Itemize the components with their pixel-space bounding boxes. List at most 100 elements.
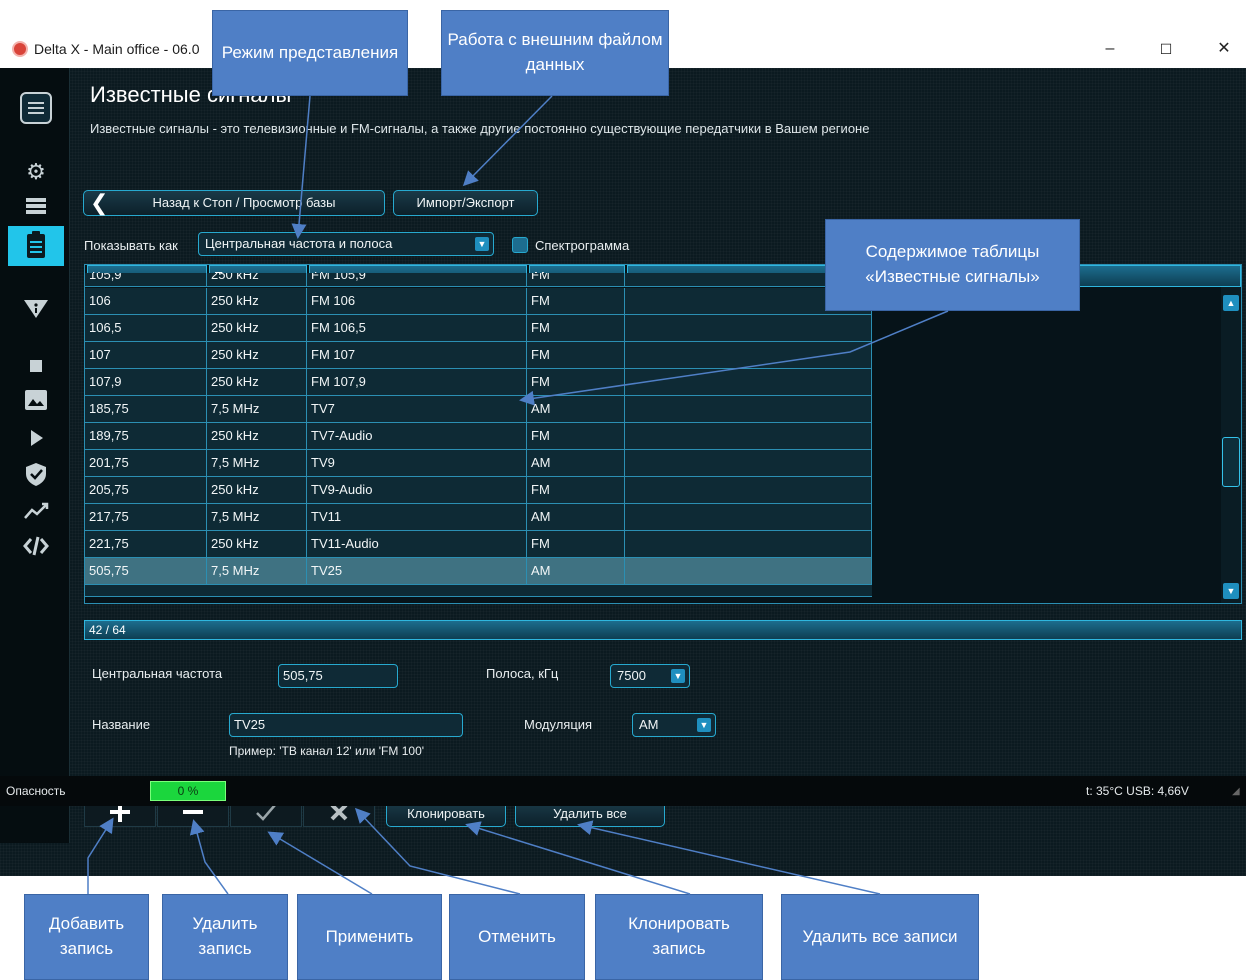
cell-empty bbox=[625, 531, 872, 557]
image-icon[interactable] bbox=[22, 386, 50, 414]
callout-clone: Клонировать запись bbox=[595, 894, 763, 980]
cell-modulation: FM bbox=[527, 315, 625, 341]
cell-name: FM 107,9 bbox=[307, 369, 527, 395]
view-mode-select[interactable]: Центральная частота и полоса ▼ bbox=[198, 232, 494, 256]
spectrogram-checkbox[interactable] bbox=[512, 237, 528, 253]
menu-button[interactable] bbox=[20, 92, 52, 124]
view-mode-value: Центральная частота и полоса bbox=[205, 236, 393, 251]
table-row[interactable]: 189,75 250 kHz TV7-Audio FM bbox=[85, 423, 872, 450]
table-row[interactable]: 185,75 7,5 MHz TV7 AM bbox=[85, 396, 872, 423]
scroll-up-icon[interactable]: ▲ bbox=[1223, 295, 1239, 311]
cell-band: 250 kHz bbox=[207, 273, 307, 287]
danger-value: 0 % bbox=[177, 784, 199, 798]
cell-frequency: 106 bbox=[85, 288, 207, 314]
cell-empty bbox=[625, 396, 872, 422]
cell-name: TV7-Audio bbox=[307, 423, 527, 449]
code-icon[interactable] bbox=[22, 532, 50, 560]
callout-apply: Применить bbox=[297, 894, 442, 980]
band-label: Полоса, кГц bbox=[486, 666, 559, 681]
callout-view-mode: Режим представления bbox=[212, 10, 408, 96]
cell-empty bbox=[625, 423, 872, 449]
cell-band: 250 kHz bbox=[207, 315, 307, 341]
cell-band: 7,5 MHz bbox=[207, 558, 307, 584]
table-row[interactable]: 505,75 7,5 MHz TV25 AM bbox=[85, 558, 872, 585]
cell-modulation: FM bbox=[527, 288, 625, 314]
cell-name: TV9-Audio bbox=[307, 477, 527, 503]
modulation-value: AM bbox=[639, 717, 659, 732]
modulation-label: Модуляция bbox=[524, 717, 593, 732]
known-signals-table: Частота Полоса Название Модуляция 105,92… bbox=[84, 264, 1242, 604]
table-row-partial[interactable]: 105,9 250 kHz FM 105,9 FM bbox=[85, 273, 872, 287]
cell-frequency: 221,75 bbox=[85, 531, 207, 557]
status-bar: Опасность 0 % t: 35°C USB: 4,66V ◢ bbox=[0, 776, 1246, 806]
cell-band: 250 kHz bbox=[207, 531, 307, 557]
show-as-label: Показывать как bbox=[84, 238, 178, 253]
callout-delete: Удалить запись bbox=[162, 894, 288, 980]
cell-name: TV7 bbox=[307, 396, 527, 422]
cell-name: FM 106 bbox=[307, 288, 527, 314]
cell-band: 250 kHz bbox=[207, 288, 307, 314]
sidebar-item-known-signals[interactable] bbox=[8, 226, 64, 266]
cell-empty bbox=[625, 315, 872, 341]
cell-frequency: 107 bbox=[85, 342, 207, 368]
cell-modulation: FM bbox=[527, 531, 625, 557]
table-row[interactable]: 201,75 7,5 MHz TV9 AM bbox=[85, 450, 872, 477]
table-row[interactable]: 106 250 kHz FM 106 FM bbox=[85, 288, 872, 315]
cell-empty bbox=[625, 369, 872, 395]
app-body: ⚙ Известные сигналы Известные сигналы - … bbox=[0, 68, 1246, 876]
cell-modulation: AM bbox=[527, 504, 625, 530]
scroll-down-icon[interactable]: ▼ bbox=[1223, 583, 1239, 599]
name-label: Название bbox=[92, 717, 151, 732]
minimize-button[interactable]: – bbox=[1090, 34, 1130, 64]
band-select[interactable]: 7500 ▼ bbox=[610, 664, 690, 688]
screenshot-stage: Delta X - Main office - 06.0 – ☐ ✕ ⚙ Изв… bbox=[0, 0, 1246, 980]
name-input[interactable]: TV25 bbox=[229, 713, 463, 737]
cell-empty bbox=[625, 342, 872, 368]
cell-name: FM 107 bbox=[307, 342, 527, 368]
list-icon[interactable] bbox=[22, 194, 50, 222]
play-icon[interactable] bbox=[22, 424, 50, 452]
stop-icon[interactable] bbox=[22, 352, 50, 380]
chevron-down-icon: ▼ bbox=[475, 237, 489, 251]
cell-modulation: FM bbox=[527, 477, 625, 503]
cell-band: 250 kHz bbox=[207, 423, 307, 449]
cell-frequency: 189,75 bbox=[85, 423, 207, 449]
close-button[interactable]: ✕ bbox=[1204, 34, 1244, 64]
shield-check-icon[interactable] bbox=[22, 460, 50, 488]
danger-meter: 0 % bbox=[150, 781, 226, 801]
back-button[interactable]: ❮ Назад к Стоп / Просмотр базы bbox=[83, 190, 385, 216]
cell-modulation: FM bbox=[527, 423, 625, 449]
cell-modulation: FM bbox=[527, 369, 625, 395]
center-frequency-input[interactable]: 505,75 bbox=[278, 664, 398, 688]
settings-gear-icon[interactable]: ⚙ bbox=[22, 158, 50, 186]
callout-external-file: Работа с внешним файлом данных bbox=[441, 10, 669, 96]
name-hint: Пример: 'ТВ канал 12' или 'FM 100' bbox=[229, 744, 425, 758]
table-row[interactable]: 107,9 250 kHz FM 107,9 FM bbox=[85, 369, 872, 396]
cell-frequency: 107,9 bbox=[85, 369, 207, 395]
cell-modulation: AM bbox=[527, 396, 625, 422]
cell-band: 250 kHz bbox=[207, 342, 307, 368]
scrollbar-thumb[interactable] bbox=[1222, 437, 1240, 487]
page-subtitle: Известные сигналы - это телевизионные и … bbox=[90, 121, 870, 136]
maximize-button[interactable]: ☐ bbox=[1146, 34, 1186, 64]
cell-band: 7,5 MHz bbox=[207, 450, 307, 476]
trend-chart-icon[interactable] bbox=[22, 496, 50, 524]
import-export-button[interactable]: Импорт/Экспорт bbox=[393, 190, 538, 216]
table-row[interactable]: 217,75 7,5 MHz TV11 AM bbox=[85, 504, 872, 531]
table-row[interactable]: 221,75 250 kHz TV11-Audio FM bbox=[85, 531, 872, 558]
resize-grip-icon[interactable]: ◢ bbox=[1232, 786, 1240, 797]
cell-frequency: 105,9 bbox=[85, 273, 207, 287]
cell-empty bbox=[625, 504, 872, 530]
table-scrollbar[interactable]: ▲ ▼ bbox=[1221, 287, 1241, 603]
cell-frequency: 201,75 bbox=[85, 450, 207, 476]
table-row[interactable]: 205,75 250 kHz TV9-Audio FM bbox=[85, 477, 872, 504]
table-row[interactable]: 107 250 kHz FM 107 FM bbox=[85, 342, 872, 369]
signal-info-icon[interactable] bbox=[22, 292, 50, 320]
modulation-select[interactable]: AM ▼ bbox=[632, 713, 716, 737]
table-body: 105,9 250 kHz FM 105,9 FM 106 250 kHz FM 106 FM… bbox=[85, 273, 872, 603]
sidebar: ⚙ bbox=[0, 68, 70, 843]
app-logo-icon bbox=[12, 41, 28, 57]
table-row[interactable]: 106,5 250 kHz FM 106,5 FM bbox=[85, 315, 872, 342]
cell-band: 250 kHz bbox=[207, 369, 307, 395]
sensor-readout: t: 35°C USB: 4,66V bbox=[1086, 784, 1189, 798]
